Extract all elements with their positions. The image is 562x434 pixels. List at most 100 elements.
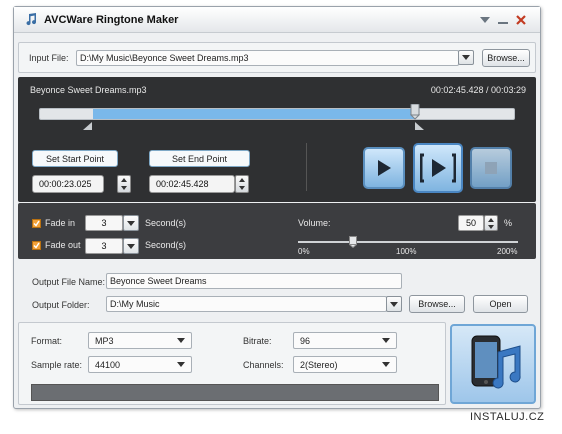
start-marker-icon [83,122,92,130]
slider-thumb-icon [348,236,358,249]
volume-scale-max: 200% [497,247,518,256]
selection-range [93,109,415,119]
channels-value: 2(Stereo) [300,359,338,370]
phone-music-icon [471,335,521,389]
set-end-point-button[interactable]: Set End Point [149,150,250,167]
start-time-field[interactable]: 00:00:23.025 [32,175,104,193]
settings-panel: Format: MP3 Bitrate: 96 Sample rate: 441… [18,322,446,405]
chevron-down-icon [177,362,185,367]
end-marker-icon [415,122,424,130]
samplerate-value: 44100 [95,359,121,370]
watermark: INSTALUJ.CZ [470,411,545,423]
volume-label: Volume: [298,218,331,228]
spin-down-icon [488,224,494,229]
checkmark-icon [33,220,40,227]
spin-down-icon [239,186,245,190]
time-display: 00:02:45.428 / 00:03:29 [430,85,526,95]
convert-button[interactable] [450,324,536,404]
title-bar[interactable]: AVCWare Ringtone Maker [14,7,540,33]
fade-in-select[interactable]: 3 [85,215,123,231]
effects-panel: Fade in 3 Second(s) Fade out 3 Second(s)… [18,203,536,259]
play-button[interactable] [363,147,405,189]
bitrate-label: Bitrate: [243,336,272,346]
spin-up-icon [121,178,127,182]
input-file-label: Input File: [29,53,69,63]
end-time-spinner[interactable] [235,175,249,193]
channels-select[interactable]: 2(Stereo) [293,356,397,373]
stop-icon [485,162,497,174]
fade-out-dropdown[interactable] [123,238,139,254]
play-selection-icon [420,153,456,183]
spin-up-icon [239,178,245,182]
output-panel: Output File Name: Beyonce Sweet Dreams O… [18,269,536,317]
format-value: MP3 [95,335,114,346]
spin-up-icon [488,217,494,222]
close-icon [516,15,526,25]
stop-button[interactable] [470,147,512,189]
play-selection-button[interactable] [413,143,463,193]
fade-out-unit: Second(s) [145,240,187,250]
chevron-down-icon [127,220,135,226]
input-file-field[interactable]: D:\My Music\Beyonce Sweet Dreams.mp3 [76,50,459,66]
player-panel: Beyonce Sweet Dreams.mp3 00:02:45.428 / … [18,77,536,202]
play-icon [378,160,391,176]
minimize-button[interactable] [495,12,511,28]
input-file-dropdown[interactable] [458,50,474,65]
samplerate-select[interactable]: 44100 [88,356,192,373]
input-file-panel: Input File: D:\My Music\Beyonce Sweet Dr… [18,42,536,73]
volume-spinner[interactable] [484,215,498,231]
output-folder-label: Output Folder: [32,300,90,310]
output-folder-dropdown[interactable] [386,296,402,312]
bitrate-select[interactable]: 96 [293,332,397,349]
fade-out-checkbox[interactable] [32,241,41,250]
dropdown-menu-button[interactable] [477,12,493,28]
start-time-spinner[interactable] [117,175,131,193]
end-time-field[interactable]: 00:02:45.428 [149,175,235,193]
output-browse-button[interactable]: Browse... [409,295,465,313]
music-note-icon [26,13,37,26]
samplerate-label: Sample rate: [31,360,83,370]
chevron-down-icon [382,362,390,367]
chevron-down-icon [382,338,390,343]
volume-unit: % [504,218,513,228]
output-name-label: Output File Name: [32,277,106,287]
chevron-down-icon [462,55,470,60]
checkmark-icon [33,242,40,249]
volume-scale-min: 0% [298,247,310,256]
fade-in-checkbox[interactable] [32,219,41,228]
playhead-handle[interactable] [409,103,421,120]
chevron-down-icon [390,301,398,307]
start-marker[interactable] [83,122,93,130]
output-name-field[interactable]: Beyonce Sweet Dreams [106,273,402,289]
volume-slider-thumb[interactable] [348,236,358,249]
app-window: AVCWare Ringtone Maker Input File: D:\My… [13,6,541,409]
input-browse-button[interactable]: Browse... [482,49,530,67]
divider [306,143,307,191]
progress-bar [31,384,439,401]
output-folder-field[interactable]: D:\My Music [106,296,387,312]
format-select[interactable]: MP3 [88,332,192,349]
chevron-down-icon [127,243,135,249]
fade-out-label: Fade out [45,240,81,250]
bitrate-value: 96 [300,335,311,346]
fade-in-label: Fade in [45,218,76,228]
triangle-down-icon [480,17,490,23]
channels-label: Channels: [243,360,284,370]
fade-in-unit: Second(s) [145,218,187,228]
volume-slider-track[interactable] [298,241,518,243]
spin-down-icon [121,186,127,190]
close-button[interactable] [513,12,529,28]
fade-in-dropdown[interactable] [123,215,139,231]
set-start-point-button[interactable]: Set Start Point [32,150,118,167]
volume-input[interactable]: 50 [458,215,484,231]
timeline-track[interactable] [39,108,515,120]
end-marker[interactable] [414,122,424,130]
fade-out-select[interactable]: 3 [85,238,123,254]
window-title: AVCWare Ringtone Maker [44,14,179,26]
minimize-icon [498,22,508,24]
playhead-icon [409,103,421,120]
open-folder-button[interactable]: Open [473,295,528,313]
volume-scale-mid: 100% [396,247,417,256]
chevron-down-icon [177,338,185,343]
track-name: Beyonce Sweet Dreams.mp3 [30,85,147,95]
